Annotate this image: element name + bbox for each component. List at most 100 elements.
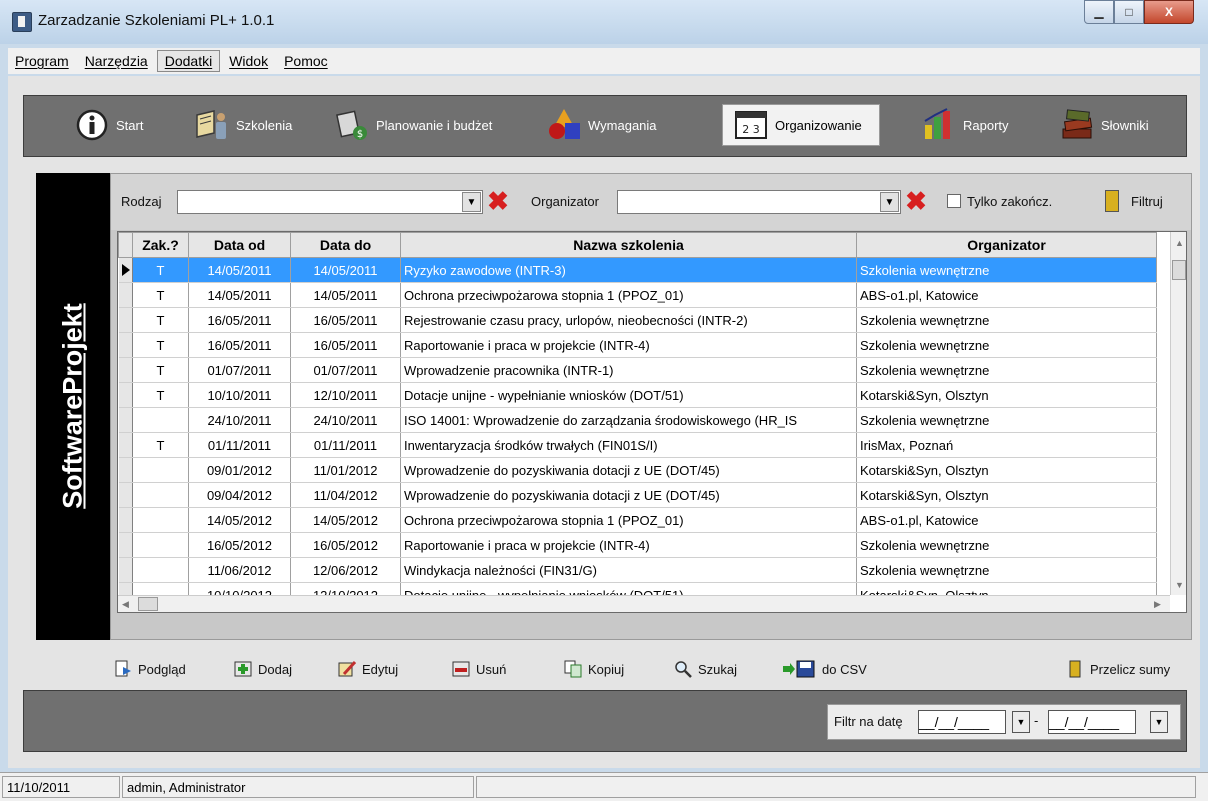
cell-data-do[interactable]: 12/06/2012: [290, 557, 401, 583]
cell-organizator[interactable]: Szkolenia wewnętrzne: [856, 357, 1157, 383]
toolbar-slowniki[interactable]: Słowniki: [1059, 104, 1149, 146]
cell-zak[interactable]: T: [132, 307, 189, 333]
cell-data-od[interactable]: 09/04/2012: [188, 482, 291, 508]
organizator-combo[interactable]: ▼: [617, 190, 901, 214]
clear-organizator-icon[interactable]: ✖: [905, 188, 927, 214]
row-indicator[interactable]: [118, 307, 133, 333]
row-indicator[interactable]: [118, 432, 133, 458]
row-indicator[interactable]: [118, 482, 133, 508]
row-indicator[interactable]: [118, 407, 133, 433]
minimize-button[interactable]: ▁: [1084, 0, 1114, 24]
cell-data-od[interactable]: 10/10/2011: [188, 382, 291, 408]
cell-zak[interactable]: [132, 532, 189, 558]
cell-zak[interactable]: [132, 557, 189, 583]
toolbar-organizowanie[interactable]: 2 3 Organizowanie: [722, 104, 880, 146]
cell-data-od[interactable]: 14/05/2011: [188, 257, 291, 283]
cell-data-od[interactable]: 09/01/2012: [188, 457, 291, 483]
scroll-down-icon[interactable]: ▼: [1175, 580, 1184, 590]
kopiuj-button[interactable]: Kopiuj: [564, 656, 624, 682]
cell-zak[interactable]: T: [132, 332, 189, 358]
cell-data-od[interactable]: 16/05/2011: [188, 307, 291, 333]
menu-dodatki[interactable]: Dodatki: [156, 50, 221, 72]
cell-zak[interactable]: [132, 482, 189, 508]
menu-pomoc[interactable]: Pomoc: [277, 51, 335, 71]
horizontal-scrollbar[interactable]: ◀ ▶: [118, 595, 1170, 612]
table-row[interactable]: 11/06/2012 12/06/2012 Windykacja należnośc…: [118, 557, 1157, 583]
cell-nazwa[interactable]: Windykacja należności (FIN31/G): [400, 557, 857, 583]
cell-nazwa[interactable]: Ryzyko zawodowe (INTR-3): [400, 257, 857, 283]
cell-data-do[interactable]: 16/05/2011: [290, 307, 401, 333]
scroll-thumb[interactable]: [1172, 260, 1186, 280]
csv-button[interactable]: do CSV: [782, 656, 867, 682]
cell-nazwa[interactable]: Raportowanie i praca w projekcie (INTR-4…: [400, 532, 857, 558]
scroll-right-icon[interactable]: ▶: [1154, 599, 1161, 610]
cell-data-do[interactable]: 01/07/2011: [290, 357, 401, 383]
cell-data-od[interactable]: 14/05/2011: [188, 282, 291, 308]
cell-nazwa[interactable]: Wprowadzenie do pozyskiwania dotacji z U…: [400, 457, 857, 483]
cell-zak[interactable]: T: [132, 432, 189, 458]
cell-organizator[interactable]: Szkolenia wewnętrzne: [856, 307, 1157, 333]
cell-data-do[interactable]: 16/05/2012: [290, 532, 401, 558]
row-indicator[interactable]: [118, 557, 133, 583]
cell-nazwa[interactable]: ISO 14001: Wprowadzenie do zarządzania ś…: [400, 407, 857, 433]
table-row[interactable]: 09/01/2012 11/01/2012 Wprowadzenie do pozy…: [118, 457, 1157, 483]
clear-rodzaj-icon[interactable]: ✖: [487, 188, 509, 214]
table-row[interactable]: 16/05/2012 16/05/2012 Raportowanie i praca…: [118, 532, 1157, 558]
cell-zak[interactable]: T: [132, 282, 189, 308]
cell-data-do[interactable]: 11/01/2012: [290, 457, 401, 483]
table-row[interactable]: T 16/05/2011 16/05/2011 Rejestrowanie czasu…: [118, 307, 1157, 333]
cell-data-do[interactable]: 16/05/2011: [290, 332, 401, 358]
col-organizator[interactable]: Organizator: [856, 232, 1157, 258]
cell-data-do[interactable]: 11/04/2012: [290, 482, 401, 508]
toolbar-szkolenia[interactable]: Szkolenia: [194, 104, 292, 146]
cell-zak[interactable]: [132, 407, 189, 433]
menu-narzedzia[interactable]: Narzędzia: [78, 51, 155, 71]
cell-organizator[interactable]: ABS-o1.pl, Katowice: [856, 507, 1157, 533]
chevron-down-icon[interactable]: ▼: [880, 192, 899, 212]
filter-icon[interactable]: [1105, 190, 1119, 212]
przelicz-button[interactable]: Przelicz sumy: [1066, 656, 1170, 682]
cell-organizator[interactable]: Kotarski&Syn, Olsztyn: [856, 457, 1157, 483]
close-button[interactable]: X: [1144, 0, 1194, 24]
tylko-checkbox[interactable]: [947, 194, 961, 208]
row-indicator[interactable]: [118, 382, 133, 408]
cell-nazwa[interactable]: Ochrona przeciwpożarowa stopnia 1 (PPOZ_…: [400, 507, 857, 533]
col-data-do[interactable]: Data do: [290, 232, 401, 258]
cell-zak[interactable]: T: [132, 257, 189, 283]
cell-data-od[interactable]: 01/07/2011: [188, 357, 291, 383]
usun-button[interactable]: Usuń: [452, 656, 506, 682]
filtruj-button[interactable]: Filtruj: [1131, 194, 1163, 209]
toolbar-raporty[interactable]: Raporty: [921, 104, 1009, 146]
table-row[interactable]: T 01/07/2011 01/07/2011 Wprowadzenie pracow…: [118, 357, 1157, 383]
toolbar-planowanie[interactable]: $ Planowanie i budżet: [334, 104, 492, 146]
cell-organizator[interactable]: Szkolenia wewnętrzne: [856, 407, 1157, 433]
cell-nazwa[interactable]: Wprowadzenie do pozyskiwania dotacji z U…: [400, 482, 857, 508]
cell-zak[interactable]: [132, 457, 189, 483]
edytuj-button[interactable]: Edytuj: [338, 656, 398, 682]
cell-zak[interactable]: T: [132, 382, 189, 408]
row-pointer-icon[interactable]: [118, 257, 133, 283]
toolbar-start[interactable]: Start: [74, 104, 143, 146]
scroll-thumb[interactable]: [138, 597, 158, 611]
table-row[interactable]: 14/05/2012 14/05/2012 Ochrona przeciwpożar…: [118, 507, 1157, 533]
rodzaj-combo[interactable]: ▼: [177, 190, 483, 214]
row-indicator[interactable]: [118, 332, 133, 358]
menu-program[interactable]: Program: [8, 51, 76, 71]
row-indicator[interactable]: [118, 357, 133, 383]
dodaj-button[interactable]: Dodaj: [234, 656, 292, 682]
table-row[interactable]: T 01/11/2011 01/11/2011 Inwentaryzacja środ…: [118, 432, 1157, 458]
menu-widok[interactable]: Widok: [222, 51, 275, 71]
cell-zak[interactable]: T: [132, 357, 189, 383]
col-nazwa[interactable]: Nazwa szkolenia: [400, 232, 857, 258]
date-from-input[interactable]: __/__/____: [918, 710, 1006, 734]
row-indicator[interactable]: [118, 532, 133, 558]
cell-zak[interactable]: [132, 507, 189, 533]
cell-nazwa[interactable]: Raportowanie i praca w projekcie (INTR-4…: [400, 332, 857, 358]
cell-data-od[interactable]: 14/05/2012: [188, 507, 291, 533]
cell-organizator[interactable]: IrisMax, Poznań: [856, 432, 1157, 458]
maximize-button[interactable]: □: [1114, 0, 1144, 24]
cell-organizator[interactable]: Szkolenia wewnętrzne: [856, 332, 1157, 358]
cell-data-od[interactable]: 01/11/2011: [188, 432, 291, 458]
row-indicator[interactable]: [118, 507, 133, 533]
cell-nazwa[interactable]: Wprowadzenie pracownika (INTR-1): [400, 357, 857, 383]
